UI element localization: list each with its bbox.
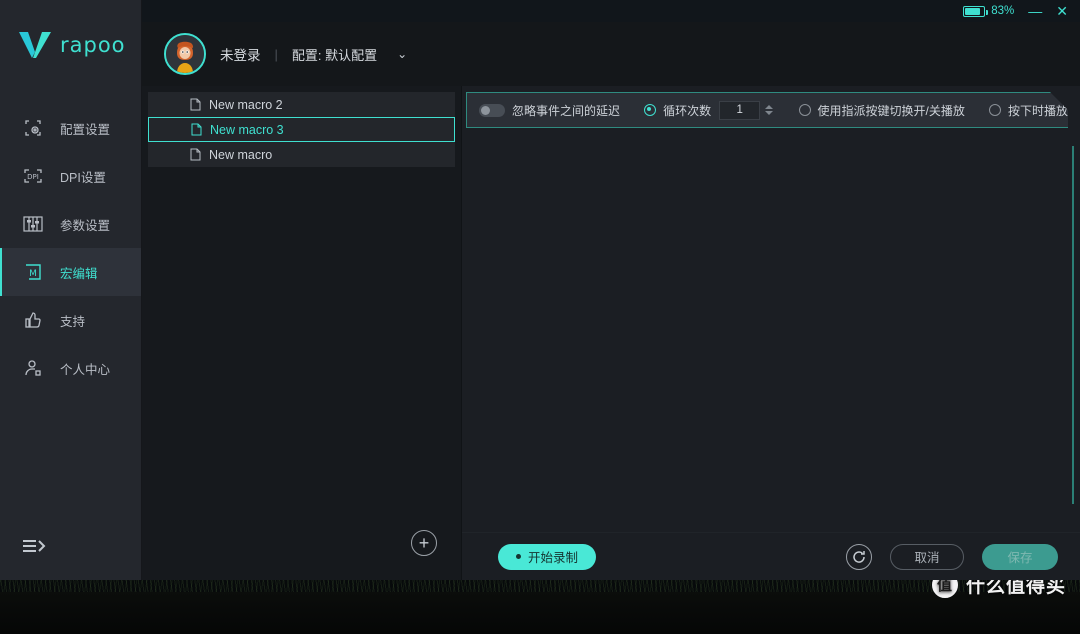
profile-select-label[interactable]: 配置: 默认配置 [292,45,377,64]
sidebar-item-label: 参数设置 [60,218,111,233]
editor-toolbar: 忽略事件之间的延迟 循环次数 1 使用指派按键切换开/关播放 按下时播放 [466,92,1068,128]
radio-unselected-icon[interactable] [989,104,1001,116]
battery-icon [963,5,989,17]
list-item[interactable]: New macro 3 [148,117,455,142]
minimize-button[interactable]: — [1028,4,1042,18]
sidebar-item-label: 宏编辑 [60,266,98,281]
record-dot-icon [516,554,521,559]
sidebar-item-profile[interactable]: 个人中心 [0,344,141,392]
sidebar-item-macro-editor[interactable]: M 宏编辑 [0,248,141,296]
rapoo-v-logo-icon [19,32,51,58]
user-icon [22,357,44,379]
start-record-label: 开始录制 [528,551,579,565]
sidebar-item-support[interactable]: 支持 [0,296,141,344]
app-logo: rapoo [0,0,141,60]
reset-button[interactable] [846,543,872,570]
battery-percent-label: 83% [991,5,1015,17]
loop-count-label: 循环次数 [663,103,712,118]
dpi-icon: DPI [22,165,44,187]
main-region: 83% — ✕ 未登录 | 配置: 默认配置 ⌄ New macro 2 New… [142,0,1080,580]
macro-name: New macro 2 [209,97,283,112]
radio-unselected-icon[interactable] [799,104,811,116]
ignore-delay-toggle[interactable]: 忽略事件之间的延迟 [479,102,620,119]
macro-canvas[interactable]: 左键点击选中 右键点击编辑 添加 ▶ 修改 按键 延迟 坐标 A [462,128,1080,532]
sidebar: rapoo 配置设置 DPI DPI设置 参数设置 M 宏编辑 支持 个人中心 [0,0,142,580]
svg-text:DPI: DPI [27,173,39,181]
collapse-sidebar-icon[interactable] [20,534,50,558]
brand-name: rapoo [60,33,126,57]
cancel-button[interactable]: 取消 [890,543,964,570]
sidebar-item-label: 配置设置 [60,122,111,137]
toggle-playback-option[interactable]: 使用指派按键切换开/关播放 [799,102,965,119]
loop-count-stepper[interactable] [764,105,774,115]
file-icon [190,148,201,161]
application-window: rapoo 配置设置 DPI DPI设置 参数设置 M 宏编辑 支持 个人中心 … [0,0,1080,580]
reset-icon [853,550,865,563]
stepper-up-icon[interactable] [765,105,773,109]
sidebar-item-label: 个人中心 [60,362,111,377]
canvas-scrollbar[interactable] [1072,146,1074,504]
loop-count-option[interactable]: 循环次数 [644,102,711,119]
press-playback-label: 按下时播放 [1008,103,1069,118]
editor-footer: 开始录制 取消 保存 [462,532,1080,580]
battery-fill [965,7,981,15]
add-macro-button[interactable]: + [411,530,437,556]
close-button[interactable]: ✕ [1056,4,1068,18]
toggle-playback-label: 使用指派按键切换开/关播放 [817,103,965,118]
chevron-down-icon[interactable]: ⌄ [397,47,407,61]
sidebar-item-parameters[interactable]: 参数设置 [0,200,141,248]
header-separator: | [274,46,278,62]
title-bar: 83% — ✕ [142,0,1080,22]
macro-name: New macro [209,147,273,162]
list-item[interactable]: New macro [148,142,455,167]
config-icon [22,117,44,139]
file-icon [191,123,202,136]
macro-list-panel: New macro 2 New macro 3 New macro + [142,86,464,580]
sidebar-item-label: 支持 [60,314,86,329]
sidebar-item-label: DPI设置 [60,170,106,185]
sidebar-nav: 配置设置 DPI DPI设置 参数设置 M 宏编辑 支持 个人中心 [0,104,141,392]
header-bar: 未登录 | 配置: 默认配置 ⌄ [142,22,1080,86]
stepper-down-icon[interactable] [765,111,773,115]
file-icon [190,98,201,111]
avatar-illustration-icon [166,35,204,73]
macro-editor-panel: 忽略事件之间的延迟 循环次数 1 使用指派按键切换开/关播放 按下时播放 开始录… [462,86,1080,580]
toggle-switch-icon[interactable] [479,104,505,117]
footer-actions: 取消 保存 [846,543,1058,570]
sidebar-item-config[interactable]: 配置设置 [0,104,141,152]
loop-count-input[interactable]: 1 [719,101,760,120]
press-playback-option[interactable]: 按下时播放 [989,102,1068,119]
desktop-bottom-strip [0,592,1080,634]
radio-selected-icon[interactable] [644,104,656,116]
svg-text:M: M [29,269,37,279]
save-button[interactable]: 保存 [982,543,1058,570]
macro-icon: M [22,261,44,283]
sidebar-item-dpi[interactable]: DPI DPI设置 [0,152,141,200]
login-status-label[interactable]: 未登录 [220,44,261,64]
battery-status: 83% [963,5,1014,17]
thumbs-up-icon [22,309,44,331]
ignore-delay-label: 忽略事件之间的延迟 [512,103,621,118]
content-body: New macro 2 New macro 3 New macro + 忽略事件… [142,86,1080,580]
list-item[interactable]: New macro 2 [148,92,455,117]
macro-name: New macro 3 [210,122,284,137]
avatar[interactable] [164,33,206,75]
sliders-icon [22,213,44,235]
start-record-button[interactable]: 开始录制 [498,543,597,570]
